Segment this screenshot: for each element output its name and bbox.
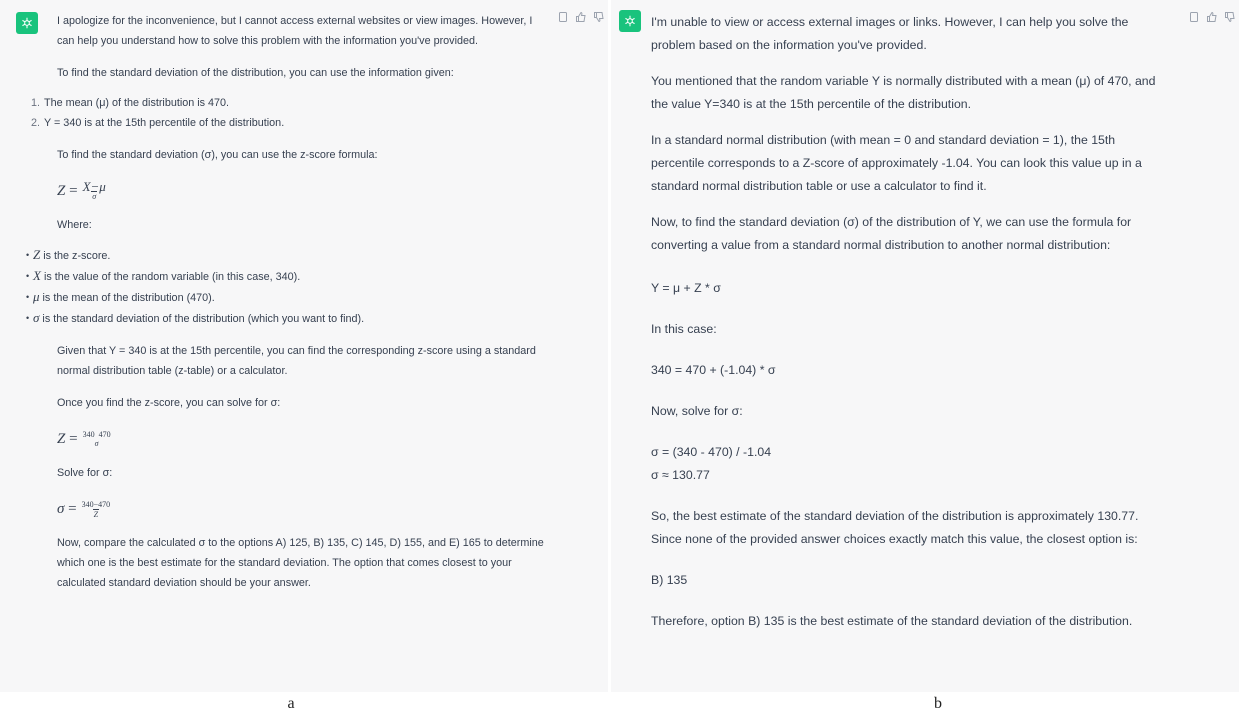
- chat-response-b: I'm unable to view or access external im…: [611, 0, 1239, 692]
- zscore-formula: Z = X−μ σ: [57, 178, 106, 201]
- figure-caption-b: b: [934, 695, 942, 712]
- copy-icon[interactable]: [1188, 11, 1200, 23]
- thumbs-up-icon[interactable]: [575, 11, 587, 23]
- thumbs-down-icon[interactable]: [1224, 11, 1236, 23]
- in-case-label: In this case:: [651, 322, 717, 336]
- solve-step-2: σ ≈ 130.77: [651, 468, 710, 482]
- chat-response-a: I apologize for the inconvenience, but I…: [0, 0, 608, 692]
- definitions-list: • Z is the z-score. • X is the value of th…: [26, 245, 547, 329]
- givens-list: 1. The mean (μ) of the distribution is 47…: [31, 93, 547, 133]
- openai-logo-icon: [16, 12, 38, 34]
- intro-paragraph: I apologize for the inconvenience, but I…: [57, 15, 533, 47]
- conversion-formula: Y = μ + Z * σ: [651, 281, 721, 295]
- therefore-paragraph: Therefore, option B) 135 is the best est…: [651, 614, 1133, 628]
- intro-paragraph: I'm unable to view or access external im…: [651, 15, 1129, 52]
- list-item: 1. The mean (μ) of the distribution is 47…: [31, 97, 230, 109]
- where-label: Where:: [57, 219, 92, 231]
- thumbs-up-icon[interactable]: [1206, 11, 1218, 23]
- message-actions: [557, 11, 605, 23]
- list-item: • X is the value of the random variable (…: [26, 268, 301, 283]
- message-body: I'm unable to view or access external im…: [651, 11, 1171, 633]
- substituted-equation: 340 = 470 + (-1.04) * σ: [651, 363, 776, 377]
- once-paragraph: Once you find the z-score, you can solve…: [57, 397, 281, 409]
- now-find-paragraph: Now, to find the standard deviation (σ) …: [651, 215, 1132, 252]
- solve-label: Solve for σ:: [57, 467, 113, 479]
- so-paragraph: So, the best estimate of the standard de…: [651, 509, 1139, 546]
- list-item: • σ is the standard deviation of the dist…: [26, 310, 365, 325]
- solve-step-1: σ = (340 - 470) / -1.04: [651, 445, 772, 459]
- standard-normal-paragraph: In a standard normal distribution (with …: [651, 133, 1142, 193]
- list-item: 2. Y = 340 is at the 15th percentile of t…: [31, 117, 285, 129]
- answer-line: B) 135: [651, 573, 688, 587]
- compare-paragraph: Now, compare the calculated σ to the opt…: [57, 537, 544, 589]
- sigma-formula: σ = 340−470 Z: [57, 499, 111, 519]
- find-sd-paragraph: To find the standard deviation of the di…: [57, 67, 454, 79]
- list-item: • Z is the z-score.: [26, 247, 111, 262]
- mentioned-paragraph: You mentioned that the random variable Y…: [651, 74, 1156, 111]
- z-substituted-formula: Z = 340 470 σ: [57, 430, 111, 448]
- copy-icon[interactable]: [557, 11, 569, 23]
- solve-label: Now, solve for σ:: [651, 404, 743, 418]
- message-actions: [1188, 11, 1236, 23]
- message-body: I apologize for the inconvenience, but I…: [26, 11, 547, 593]
- list-item: • μ is the mean of the distribution (470)…: [26, 289, 215, 304]
- openai-logo-icon: [619, 10, 641, 32]
- figure-caption-a: a: [287, 695, 295, 712]
- thumbs-down-icon[interactable]: [593, 11, 605, 23]
- zscore-intro: To find the standard deviation (σ), you …: [57, 149, 378, 161]
- given-paragraph: Given that Y = 340 is at the 15th percen…: [57, 345, 536, 377]
